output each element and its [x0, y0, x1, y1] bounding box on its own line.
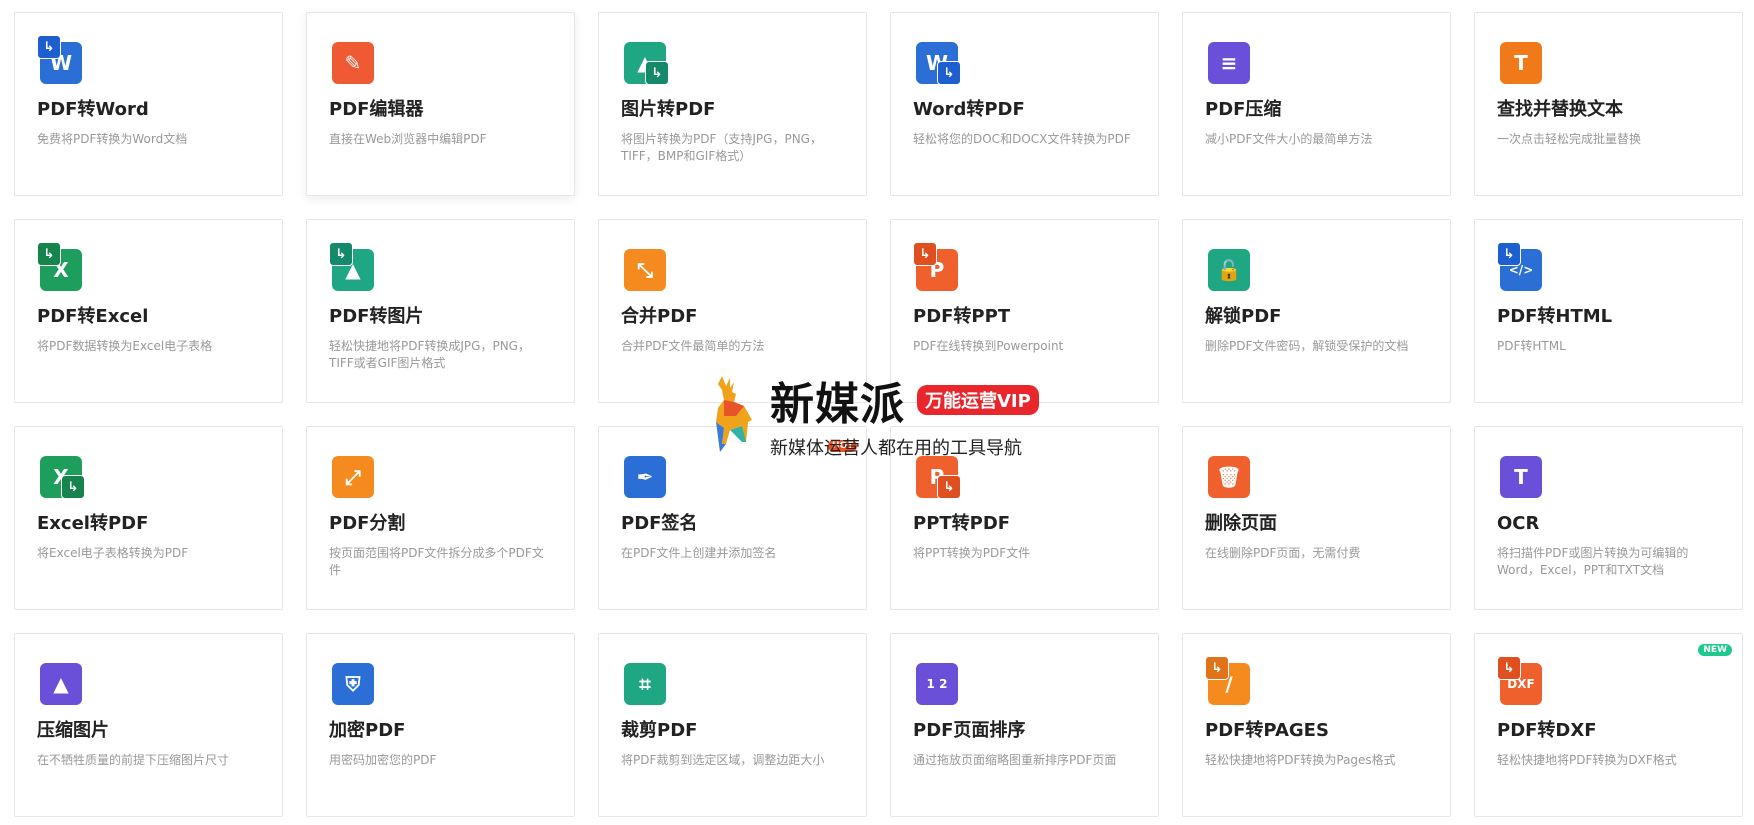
tool-description: 删除PDF文件密码，解锁受保护的文档	[1205, 339, 1409, 353]
image-to-pdf-icon: ▲↳	[621, 35, 671, 85]
tool-title: 删除页面	[1205, 513, 1277, 534]
merge-pdf-icon: ⤡	[621, 242, 671, 292]
find-replace-icon: T	[1497, 35, 1547, 85]
tool-card[interactable]: 🗑 删除页面在线删除PDF页面，无需付费	[1182, 426, 1451, 610]
tool-title: 加密PDF	[329, 720, 406, 741]
tool-description: 通过拖放页面缩略图重新排序PDF页面	[913, 753, 1117, 767]
split-pdf-icon: ⤢	[329, 449, 379, 499]
tool-description: 轻松将您的DOC和DOCX文件转换为PDF	[913, 132, 1131, 146]
tool-title: 图片转PDF	[621, 99, 716, 120]
tool-description: 免费将PDF转换为Word文档	[37, 132, 188, 146]
crop-pdf-icon: ⌗	[621, 656, 671, 706]
tool-description: 轻松快捷地将PDF转换成JPG，PNG，TIFF或者GIF图片格式	[329, 339, 530, 370]
tool-description: PDF转HTML	[1497, 339, 1566, 353]
tool-title: PDF转PPT	[913, 306, 1011, 327]
tool-title: PDF转Excel	[37, 306, 149, 327]
tool-description: 按页面范围将PDF文件拆分成多个PDF文件	[329, 546, 544, 577]
tool-card[interactable]: </> ↳ PDF转HTML PDF转HTML	[1474, 219, 1743, 403]
pdf-to-excel-icon: X ↳	[37, 242, 87, 292]
tool-description: 将Excel电子表格转换为PDF	[37, 546, 189, 560]
tool-card[interactable]: ⌗ 裁剪PDF 将PDF裁剪到选定区域，调整边距大小	[598, 633, 867, 817]
tool-description: 用密码加密您的PDF	[329, 753, 437, 767]
tool-card[interactable]: W↳ Word转PDF 轻松将您的DOC和DOCX文件转换为PDF	[890, 12, 1159, 196]
tool-description: 轻松快捷地将PDF转换为DXF格式	[1497, 753, 1677, 767]
tool-description: 将PPT转换为PDF文件	[913, 546, 1031, 560]
tool-title: PDF转Word	[37, 99, 149, 120]
tool-card[interactable]: ∕ ↳ PDF转PAGES 轻松快捷地将PDF转换为Pages格式	[1182, 633, 1451, 817]
tool-card[interactable]: ▲ ↳ PDF转图片轻松快捷地将PDF转换成JPG，PNG，TIFF或者GIF图片格…	[306, 219, 575, 403]
pdf-to-word-icon: W ↳	[37, 35, 87, 85]
tool-title: 压缩图片	[37, 720, 109, 741]
tool-card[interactable]: ▲↳ 图片转PDF 将图片转换为PDF（支持JPG，PNG，TIFF，BMP和GIF…	[598, 12, 867, 196]
pdf-to-image-icon: ▲ ↳	[329, 242, 379, 292]
pdf-to-pages-icon: ∕ ↳	[1205, 656, 1255, 706]
tool-card[interactable]: ✎ PDF编辑器直接在Web浏览器中编辑PDF	[306, 12, 575, 196]
tool-description: 减小PDF文件大小的最简单方法	[1205, 132, 1373, 146]
tool-card[interactable]: X ↳ PDF转Excel 将PDF数据转换为Excel电子表格	[14, 219, 283, 403]
tool-title: PPT转PDF	[913, 513, 1011, 534]
delete-pages-icon: 🗑	[1205, 449, 1255, 499]
excel-to-pdf-icon: X↳	[37, 449, 87, 499]
tool-card[interactable]: ⛨ 加密PDF 用密码加密您的PDF	[306, 633, 575, 817]
tool-title: PDF编辑器	[329, 99, 424, 120]
tool-title: PDF分割	[329, 513, 406, 534]
tool-title: PDF签名	[621, 513, 698, 534]
tool-card[interactable]: T 查找并替换文本一次点击轻松完成批量替换	[1474, 12, 1743, 196]
tool-title: Excel转PDF	[37, 513, 149, 534]
tool-description: 将扫描件PDF或图片转换为可编辑的Word，Excel，PPT和TXT文档	[1497, 546, 1689, 577]
tool-card[interactable]: 1 2 PDF页面排序通过拖放页面缩略图重新排序PDF页面	[890, 633, 1159, 817]
watermark-overlay: 新媒派 万能运营VIP 新媒体运营人都在用的工具导航	[700, 368, 1039, 460]
tool-description: 在不牺牲质量的前提下压缩图片尺寸	[37, 753, 230, 767]
tool-description: 轻松快捷地将PDF转换为Pages格式	[1205, 753, 1396, 767]
compress-pdf-icon: ≡	[1205, 35, 1255, 85]
tool-card[interactable]: T OCR 将扫描件PDF或图片转换为可编辑的Word，Excel，PPT和TXT文…	[1474, 426, 1743, 610]
tool-title: Word转PDF	[913, 99, 1025, 120]
reorder-pages-icon: 1 2	[913, 656, 963, 706]
pdf-to-dxf-icon: DXF ↳	[1497, 656, 1547, 706]
tool-title: OCR	[1497, 513, 1540, 534]
vip-badge: 万能运营VIP	[917, 385, 1039, 415]
tool-card[interactable]: DXF ↳ PDF转DXF 轻松快捷地将PDF转换为DXF格式 NEW	[1474, 633, 1743, 817]
tool-description: PDF在线转换到Powerpoint	[913, 339, 1064, 353]
watermark-brand: 新媒派	[770, 379, 905, 430]
deer-logo-icon	[716, 376, 752, 452]
tool-description: 合并PDF文件最简单的方法	[621, 339, 765, 353]
new-badge: NEW	[1698, 644, 1732, 656]
tool-card[interactable]: ≡ PDF压缩减小PDF文件大小的最简单方法	[1182, 12, 1451, 196]
compress-image-icon: ▲	[37, 656, 87, 706]
tool-card[interactable]: 🔓 解锁PDF 删除PDF文件密码，解锁受保护的文档	[1182, 219, 1451, 403]
tool-title: PDF页面排序	[913, 720, 1026, 741]
unlock-pdf-icon: 🔓	[1205, 242, 1255, 292]
tool-card[interactable]: W ↳ PDF转Word 免费将PDF转换为Word文档	[14, 12, 283, 196]
tool-title: PDF压缩	[1205, 99, 1282, 120]
tool-description: 将PDF数据转换为Excel电子表格	[37, 339, 213, 353]
tool-description: 将图片转换为PDF（支持JPG，PNG，TIFF，BMP和GIF格式）	[621, 132, 822, 163]
tool-title: PDF转图片	[329, 306, 424, 327]
tool-title: PDF转HTML	[1497, 306, 1613, 327]
tool-description: 将PDF裁剪到选定区域，调整边距大小	[621, 753, 825, 767]
tool-title: 裁剪PDF	[621, 720, 698, 741]
tool-description: 直接在Web浏览器中编辑PDF	[329, 132, 487, 146]
tool-title: 合并PDF	[621, 306, 698, 327]
tool-description: 一次点击轻松完成批量替换	[1497, 132, 1642, 146]
sign-pdf-icon: ✒	[621, 449, 671, 499]
tool-card[interactable]: X↳ Excel转PDF 将Excel电子表格转换为PDF	[14, 426, 283, 610]
ocr-icon: T	[1497, 449, 1547, 499]
tool-description: 在PDF文件上创建并添加签名	[621, 546, 777, 560]
watermark-slogan: 新媒体运营人都在用的工具导航	[770, 438, 1022, 459]
tool-title: 查找并替换文本	[1497, 99, 1623, 120]
tool-title: 解锁PDF	[1205, 306, 1282, 327]
word-to-pdf-icon: W↳	[913, 35, 963, 85]
tool-card[interactable]: ⤢ PDF分割按页面范围将PDF文件拆分成多个PDF文件	[306, 426, 575, 610]
pdf-to-ppt-icon: P ↳	[913, 242, 963, 292]
tool-description: 在线删除PDF页面，无需付费	[1205, 546, 1361, 560]
tool-card[interactable]: ▲ 压缩图片在不牺牲质量的前提下压缩图片尺寸	[14, 633, 283, 817]
encrypt-pdf-icon: ⛨	[329, 656, 379, 706]
tool-title: PDF转DXF	[1497, 720, 1597, 741]
pdf-editor-icon: ✎	[329, 35, 379, 85]
pdf-to-html-icon: </> ↳	[1497, 242, 1547, 292]
tool-title: PDF转PAGES	[1205, 720, 1329, 741]
